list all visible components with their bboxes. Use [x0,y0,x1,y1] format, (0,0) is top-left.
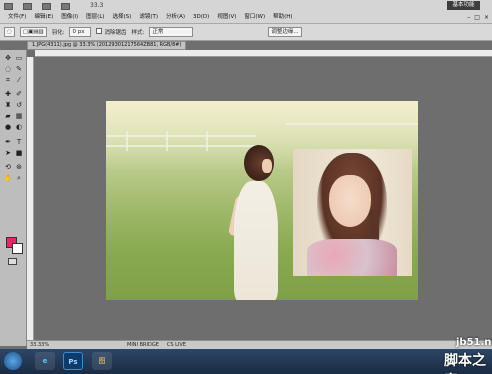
blur-tool-icon[interactable]: ● [3,123,13,132]
menu-view[interactable]: 视图(V) [213,13,240,22]
zoom-level-select[interactable]: 33.3 [90,2,103,9]
window-controls: – □ × [467,14,489,21]
fence-post [126,131,128,151]
hand-tool-icon[interactable]: ✋ [3,174,13,183]
options-bar: ◌ ▢▣▤▥ 羽化: 0 px 消除锯齿 样式: 正常 调整边缘... [0,24,492,41]
portrait-shirt [307,239,397,276]
menu-select[interactable]: 选择(S) [109,13,136,22]
quick-select-tool-icon[interactable]: ✎ [14,65,24,74]
brush-tool-icon[interactable]: ✐ [14,90,24,99]
tools-panel: ✥ ▭ ◌ ✎ ⌗ ⁄ ✚ ✐ ♜ ↺ ▰ ▦ ● ◐ ✒ T ➤ ■ ⟲ ⊛ … [0,50,27,346]
girl-dress [234,181,278,300]
move-tool-icon[interactable]: ✥ [3,54,13,63]
close-icon[interactable]: × [484,14,489,21]
portrait-face [329,175,371,227]
feather-input[interactable]: 0 px [69,27,92,37]
antialias-check-icon [96,28,103,34]
lasso-tool-icon[interactable]: ◌ [3,65,13,74]
document-tab[interactable]: 1.JPG(4311).jpg @ 33.3% (20129301217564Z… [27,41,187,50]
eyedropper-tool-icon[interactable]: ⁄ [14,76,24,85]
zoom-tool-icon[interactable]: ⌕ [14,174,24,183]
application-bar-icons [4,2,70,10]
status-tabs: MINI BRIDGE CS LIVE [127,341,186,349]
feather-label: 羽化: [51,30,65,36]
path-selection-tool-icon[interactable]: ➤ [3,149,13,158]
workspace-button[interactable]: 基本功能 [447,1,480,10]
style-label: 样式: [131,30,145,36]
eraser-tool-icon[interactable]: ▰ [3,112,13,121]
status-bar: 33.33% MINI BRIDGE CS LIVE [27,340,492,349]
girl-face [262,159,272,173]
minimize-icon[interactable]: – [467,14,470,21]
3d-orbit-tool-icon[interactable]: ⊛ [14,163,24,172]
dodge-tool-icon[interactable]: ◐ [14,123,24,132]
mini-bridge-tab[interactable]: MINI BRIDGE [127,341,159,349]
gradient-tool-icon[interactable]: ▦ [14,112,24,121]
crop-tool-icon[interactable]: ⌗ [3,76,13,85]
photoshop-task[interactable]: Ps [63,352,83,370]
watermark-url: jb51.net [456,337,492,348]
menu-layer[interactable]: 图层(L) [82,13,108,22]
history-brush-tool-icon[interactable]: ↺ [14,101,24,110]
clone-stamp-tool-icon[interactable]: ♜ [3,101,13,110]
antialias-label: 消除锯齿 [104,30,127,36]
style-select[interactable]: 正常 [149,27,194,37]
healing-brush-tool-icon[interactable]: ✚ [3,90,13,99]
mini-bridge-icon[interactable] [23,2,32,10]
fence-post [206,131,208,151]
refine-edge-button[interactable]: 调整边缘... [268,27,302,37]
view-extras-icon[interactable] [42,2,51,10]
shape-tool-icon[interactable]: ■ [14,149,24,158]
menu-analysis[interactable]: 分析(A) [162,13,189,22]
windows-taskbar: e Ps 图 [0,349,492,374]
start-button[interactable] [4,352,22,370]
quick-mask-icon[interactable] [8,258,17,265]
menu-help[interactable]: 帮助(H) [269,13,296,22]
internet-explorer-task[interactable]: e [35,352,55,370]
antialias-checkbox[interactable]: 消除锯齿 [96,28,126,36]
restore-icon[interactable]: □ [474,14,480,21]
fence-post [166,131,168,151]
tool-preset-picker[interactable]: ◌ [4,27,15,37]
bridge-icon[interactable] [4,2,13,10]
watermark-site-name: 脚本之家 [444,353,486,374]
photo-viewer-task[interactable]: 图 [92,352,112,370]
menu-image[interactable]: 图像(I) [57,13,82,22]
menu-filter[interactable]: 滤镜(T) [135,13,162,22]
cs-live-tab[interactable]: CS LIVE [167,341,186,349]
fence-rail [286,123,418,125]
ruler-horizontal [35,50,492,57]
menu-window[interactable]: 窗口(W) [240,13,269,22]
arrange-documents-icon[interactable] [61,2,70,10]
selection-mode-buttons[interactable]: ▢▣▤▥ [19,27,47,37]
menu-bar: 33.3 基本功能 文件(F) 编辑(E) 图像(I) 图层(L) 选择(S) … [0,0,492,24]
fence-rail [106,145,256,147]
main-menu: 文件(F) 编辑(E) 图像(I) 图层(L) 选择(S) 滤镜(T) 分析(A… [4,13,297,22]
pen-tool-icon[interactable]: ✒ [3,138,13,147]
background-color-swatch[interactable] [12,243,23,254]
portrait-layer[interactable] [293,149,412,276]
fence-rail [106,135,256,137]
menu-edit[interactable]: 编辑(E) [30,13,57,22]
marquee-tool-icon[interactable]: ▭ [14,54,24,63]
ruler-vertical [27,57,34,341]
menu-3d[interactable]: 3D(D) [189,13,213,22]
menu-file[interactable]: 文件(F) [4,13,30,22]
type-tool-icon[interactable]: T [14,138,24,147]
3d-rotate-tool-icon[interactable]: ⟲ [3,163,13,172]
zoom-status[interactable]: 33.33% [30,341,49,349]
